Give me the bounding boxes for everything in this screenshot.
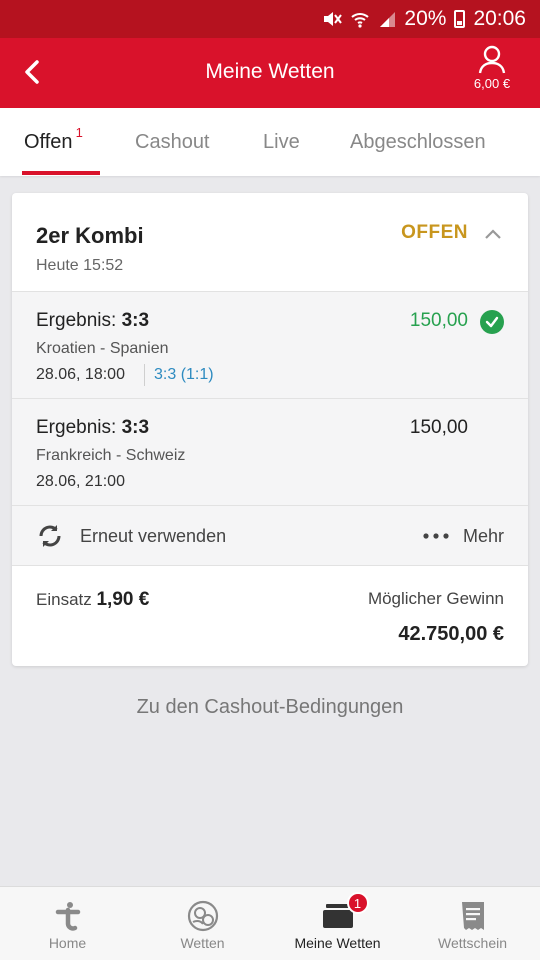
bet-card: 2er Kombi Heute 15:52 OFFEN Ergebnis: 3:…: [12, 193, 528, 666]
selection-market: Ergebnis: 3:3: [36, 310, 150, 331]
tab-label: Offen: [24, 130, 73, 153]
nav-label: Wetten: [180, 935, 225, 951]
nav-item-meine-wetten[interactable]: 1 Meine Wetten: [270, 887, 405, 960]
stake: Einsatz 1,90 €: [36, 589, 150, 610]
more-dots-icon: [423, 533, 449, 539]
nav-badge: 1: [346, 892, 369, 914]
nav-item-wetten[interactable]: Wetten: [135, 887, 270, 960]
chevron-up-icon: [485, 229, 501, 239]
selection-market: Ergebnis: 3:3: [36, 417, 150, 438]
tab-live[interactable]: Live: [263, 108, 300, 176]
tab-offen[interactable]: Offen 1: [24, 108, 83, 176]
bet-actions: Erneut verwenden Mehr: [12, 506, 528, 566]
nav-item-wettschein[interactable]: Wettschein: [405, 887, 540, 960]
tab-label: Cashout: [135, 130, 210, 153]
more-label: Mehr: [462, 525, 504, 546]
status-bar: 20% 20:06: [0, 0, 540, 38]
stake-value: 1,90 €: [96, 589, 150, 610]
reuse-label: Erneut verwenden: [80, 525, 227, 546]
reuse-button[interactable]: Erneut verwenden: [36, 518, 226, 554]
tab-abgeschlossen[interactable]: Abgeschlossen: [350, 108, 486, 176]
selection-date: 28.06, 18:00: [36, 366, 125, 383]
divider: [144, 364, 145, 386]
wifi-icon: [350, 10, 370, 28]
nav-label: Home: [48, 935, 87, 951]
potential-win-value: 42.750,00 €: [398, 623, 504, 645]
bet-time: Heute 15:52: [36, 257, 124, 274]
page-title: Meine Wetten: [205, 60, 335, 83]
sports-ball-icon: [187, 900, 219, 932]
bottom-nav: Home Wetten 1 Meine Wetten Wettschein: [0, 886, 540, 960]
bet-card-header[interactable]: 2er Kombi Heute 15:52 OFFEN: [12, 193, 528, 292]
tab-badge: 1: [75, 125, 83, 140]
selection-odds: 150,00: [409, 310, 468, 331]
app-header: Meine Wetten 6,00 €: [0, 38, 540, 108]
battery-icon: [454, 10, 466, 28]
battery-percent: 20%: [404, 7, 447, 30]
active-tab-indicator: [22, 171, 100, 175]
clock: 20:06: [473, 7, 526, 30]
more-button[interactable]: Mehr: [423, 518, 504, 554]
signal-icon: [378, 10, 396, 28]
nav-label: Wettschein: [438, 935, 507, 951]
nav-item-home[interactable]: Home: [0, 887, 135, 960]
bet-slip-stack-icon: 1: [321, 892, 369, 932]
nav-label: Meine Wetten: [294, 935, 381, 951]
refresh-icon: [39, 525, 61, 547]
account-button[interactable]: 6,00 €: [462, 44, 522, 104]
tab-label: Abgeschlossen: [350, 130, 486, 153]
bet-type: 2er Kombi: [36, 223, 144, 248]
selection-row: Ergebnis: 3:3 150,00 Kroatien - Spanien …: [12, 292, 528, 399]
selection-date: 28.06, 21:00: [36, 473, 125, 490]
collapse-button[interactable]: [482, 223, 504, 245]
check-circle-icon: [480, 310, 504, 334]
potential-win-label: Möglicher Gewinn: [367, 589, 504, 608]
cashout-conditions-link[interactable]: Zu den Cashout-Bedingungen: [0, 696, 540, 719]
mute-icon: [322, 10, 343, 28]
selection-match: Kroatien - Spanien: [36, 340, 169, 357]
status-badge: OFFEN: [401, 222, 468, 243]
user-icon: [478, 45, 506, 74]
tab-cashout[interactable]: Cashout: [135, 108, 210, 176]
account-balance: 6,00 €: [473, 76, 511, 91]
selection-match: Frankreich - Schweiz: [36, 447, 186, 464]
tipico-logo-icon: [54, 900, 82, 932]
tab-label: Live: [263, 130, 300, 153]
selection-odds: 150,00: [409, 417, 468, 438]
selection-row: Ergebnis: 3:3 150,00 Frankreich - Schwei…: [12, 399, 528, 506]
receipt-icon: [460, 900, 486, 932]
selection-result: 3:3 (1:1): [154, 366, 214, 383]
bet-tabs: Offen 1 Cashout Live Abgeschlossen: [0, 108, 540, 176]
